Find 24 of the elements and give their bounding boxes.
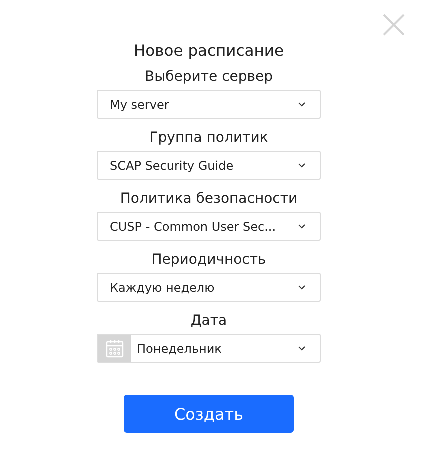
select-value: My server [109,98,170,112]
select-field[interactable]: CUSP - Common User Sec... [97,212,321,241]
field-label: Политика безопасности [120,190,298,208]
field-label: Группа политик [150,129,268,147]
select-field[interactable]: My server [97,90,321,119]
select-field[interactable]: Каждую неделю [97,273,321,302]
select-value: SCAP Security Guide [109,158,235,172]
chevron-down-icon [298,102,306,107]
select-value: Каждую неделю [109,280,216,294]
select-field[interactable]: SCAP Security Guide [97,151,321,180]
close-icon[interactable] [382,13,406,37]
chevron-down-icon [298,224,306,229]
field-label: Дата [190,312,228,330]
create-button[interactable]: Создать [124,395,294,433]
field-label: Периодичность [152,251,266,269]
chevron-down-icon [298,163,306,168]
select-value: CUSP - Common User Sec... [109,220,278,234]
select-field[interactable]: Понедельник [97,334,321,363]
select-value: Понедельник [136,342,223,356]
dialog-title: Новое расписание [134,42,284,60]
field-label: Выберите сервер [144,68,274,86]
calendar-icon[interactable] [98,335,131,362]
chevron-down-icon [298,285,306,290]
chevron-down-icon [298,346,306,351]
